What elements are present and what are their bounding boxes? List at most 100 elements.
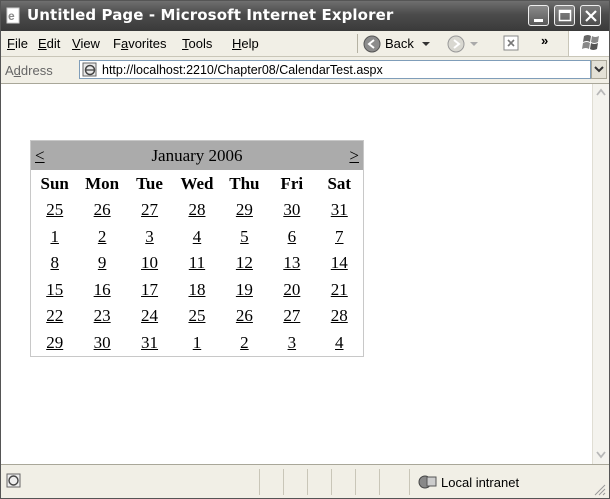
close-button[interactable]	[580, 5, 601, 26]
day-link[interactable]: 2	[240, 333, 249, 352]
back-button[interactable]: Back	[363, 34, 432, 53]
close-icon	[585, 10, 597, 22]
day-link[interactable]: 3	[288, 333, 297, 352]
day-link[interactable]: 14	[331, 253, 348, 272]
windows-flag-icon	[582, 35, 599, 50]
day-link[interactable]: 31	[331, 200, 348, 219]
day-cell: 27	[268, 303, 315, 330]
forward-dropdown-icon	[470, 41, 478, 46]
day-link[interactable]: 30	[94, 333, 111, 352]
day-link[interactable]: 21	[331, 280, 348, 299]
address-dropdown-button[interactable]	[591, 60, 607, 79]
stop-button[interactable]	[503, 34, 520, 53]
day-cell: 29	[31, 330, 78, 357]
resize-grip-icon[interactable]	[593, 483, 607, 497]
scroll-up-button[interactable]	[593, 84, 609, 101]
day-link[interactable]: 19	[236, 280, 253, 299]
day-cell: 4	[173, 224, 220, 251]
day-cell: 7	[316, 224, 363, 251]
day-link[interactable]: 15	[46, 280, 63, 299]
ie-page-icon: e	[6, 7, 20, 24]
day-link[interactable]: 2	[98, 227, 107, 246]
day-link[interactable]: 27	[141, 200, 158, 219]
day-link[interactable]: 20	[283, 280, 300, 299]
day-link[interactable]: 1	[50, 227, 59, 246]
day-link[interactable]: 4	[335, 333, 344, 352]
day-link[interactable]: 18	[188, 280, 205, 299]
day-cell: 23	[78, 303, 125, 330]
day-link[interactable]: 9	[98, 253, 107, 272]
day-cell: 13	[268, 250, 315, 277]
day-link[interactable]: 8	[50, 253, 59, 272]
scroll-down-button[interactable]	[593, 446, 609, 463]
day-link[interactable]: 13	[283, 253, 300, 272]
day-header: Tue	[136, 173, 163, 193]
day-link[interactable]: 28	[188, 200, 205, 219]
toolbar-overflow-button[interactable]: »	[541, 31, 548, 50]
day-link[interactable]: 26	[94, 200, 111, 219]
intranet-icon	[418, 475, 437, 489]
menu-favorites[interactable]: Favorites	[113, 36, 166, 51]
day-header: Sun	[40, 173, 69, 193]
week-row: 8 9 10 11 12 13 14	[31, 250, 363, 277]
day-link[interactable]: 16	[94, 280, 111, 299]
day-link[interactable]: 24	[141, 306, 158, 325]
day-cell: 21	[316, 277, 363, 304]
week-row: 25 26 27 28 29 30 31	[31, 197, 363, 224]
day-link[interactable]: 3	[145, 227, 154, 246]
day-link[interactable]: 29	[46, 333, 63, 352]
day-cell: 5	[221, 224, 268, 251]
day-link[interactable]: 26	[236, 306, 253, 325]
stop-icon	[503, 35, 519, 51]
day-link[interactable]: 17	[141, 280, 158, 299]
day-cell: 27	[126, 197, 173, 224]
maximize-button[interactable]	[554, 5, 575, 26]
day-link[interactable]: 4	[193, 227, 202, 246]
chevron-up-icon	[596, 88, 606, 96]
day-cell: 30	[268, 197, 315, 224]
menu-view[interactable]: View	[72, 36, 100, 51]
day-cell: 3	[126, 224, 173, 251]
day-link[interactable]: 25	[46, 200, 63, 219]
day-link[interactable]: 22	[46, 306, 63, 325]
day-header-row: Sun Mon Tue Wed Thu Fri Sat	[31, 170, 363, 197]
day-link[interactable]: 12	[236, 253, 253, 272]
day-cell: 30	[78, 330, 125, 357]
day-link[interactable]: 5	[240, 227, 249, 246]
week-row: 1 2 3 4 5 6 7	[31, 224, 363, 251]
day-link[interactable]: 11	[189, 253, 205, 272]
day-link[interactable]: 29	[236, 200, 253, 219]
back-dropdown-icon	[421, 41, 430, 46]
day-link[interactable]: 23	[94, 306, 111, 325]
day-cell: 31	[316, 197, 363, 224]
address-input[interactable]: http://localhost:2210/Chapter08/Calendar…	[79, 60, 591, 79]
next-month-link[interactable]: >	[349, 146, 359, 166]
day-link[interactable]: 31	[141, 333, 158, 352]
day-link[interactable]: 30	[283, 200, 300, 219]
address-label: Address	[5, 63, 53, 78]
day-link[interactable]: 10	[141, 253, 158, 272]
day-cell: 31	[126, 330, 173, 357]
day-link[interactable]: 7	[335, 227, 344, 246]
day-header: Fri	[280, 173, 304, 193]
day-cell: 28	[173, 197, 220, 224]
day-link[interactable]: 27	[283, 306, 300, 325]
day-link[interactable]: 25	[188, 306, 205, 325]
day-cell: 15	[31, 277, 78, 304]
day-link[interactable]: 6	[288, 227, 297, 246]
minimize-button[interactable]	[528, 5, 549, 26]
menu-file[interactable]: File	[7, 36, 28, 51]
day-link[interactable]: 1	[193, 333, 202, 352]
menu-edit[interactable]: Edit	[38, 36, 60, 51]
vertical-scrollbar[interactable]	[592, 84, 609, 464]
menu-help[interactable]: Help	[232, 36, 259, 51]
forward-button[interactable]	[447, 34, 479, 53]
day-cell: 17	[126, 277, 173, 304]
security-zone[interactable]: Local intranet	[417, 474, 519, 490]
day-cell: 19	[221, 277, 268, 304]
menu-tools[interactable]: Tools	[182, 36, 212, 51]
day-cell: 20	[268, 277, 315, 304]
toolbar-divider	[357, 34, 358, 53]
title-bar[interactable]: e Untitled Page - Microsoft Internet Exp…	[1, 1, 609, 31]
day-link[interactable]: 28	[331, 306, 348, 325]
